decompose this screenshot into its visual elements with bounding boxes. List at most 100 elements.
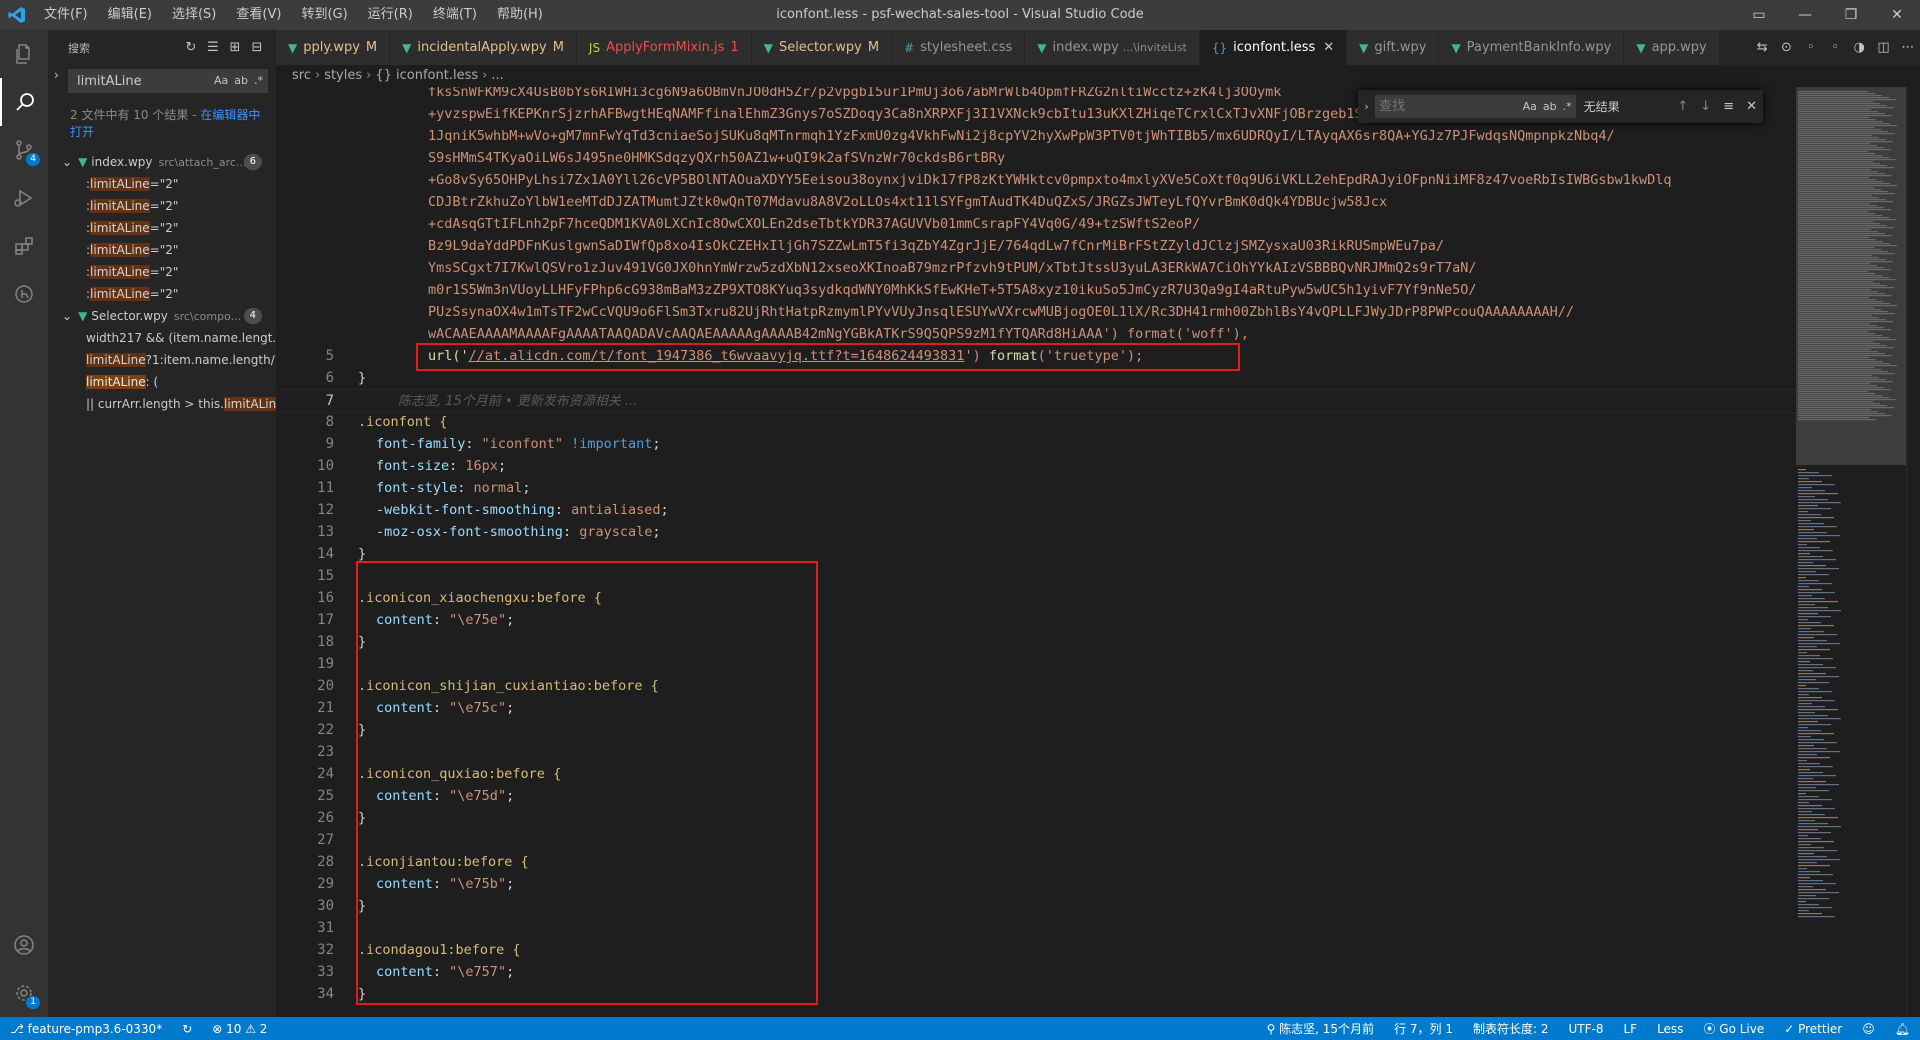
language-mode[interactable]: Less xyxy=(1647,1022,1693,1036)
tab-paymentbankinfo-wpy[interactable]: ▼ PaymentBankInfo.wpy xyxy=(1439,30,1625,65)
close-window-button[interactable]: ✕ xyxy=(1874,0,1920,30)
collapse-all-icon[interactable]: ⊟ xyxy=(246,40,268,55)
match-case-icon[interactable]: Aa xyxy=(214,74,228,87)
search-match-item[interactable]: limitALine: ( xyxy=(48,371,276,393)
indentation-status[interactable]: 制表符长度: 2 xyxy=(1463,1020,1559,1037)
minimize-button[interactable]: — xyxy=(1782,0,1828,30)
line-number: 6 xyxy=(325,370,334,386)
encoding-status[interactable]: UTF-8 xyxy=(1558,1022,1613,1036)
find-regex-icon[interactable]: .* xyxy=(1563,100,1572,113)
tab-selector-wpy[interactable]: ▼ Selector.wpy M xyxy=(751,30,893,65)
url-suffix: ') xyxy=(964,348,989,364)
restore-button[interactable]: ❐ xyxy=(1828,0,1874,30)
new-search-editor-icon[interactable]: ⊞ xyxy=(224,40,246,55)
timeline-icon[interactable]: ⊙ xyxy=(1774,40,1798,55)
toggle-replace-chevron-icon[interactable]: › xyxy=(54,68,59,82)
code-line: 34} xyxy=(276,983,1796,1005)
close-find-icon[interactable]: ✕ xyxy=(1740,99,1763,114)
breadcrumb-item[interactable]: styles xyxy=(324,68,362,83)
eol-status[interactable]: LF xyxy=(1613,1022,1647,1036)
account-icon[interactable] xyxy=(0,921,48,969)
clear-results-icon[interactable]: ☰ xyxy=(202,40,224,55)
tab-stylesheet-css[interactable]: # stylesheet.css xyxy=(892,30,1026,65)
remote-explorer-icon[interactable] xyxy=(0,270,48,318)
prettier-status[interactable]: ✓ Prettier xyxy=(1774,1022,1852,1036)
code-text: wACAAEAAAAMAAAAFgAAAATAAQADAVcAAQAEAAAAA… xyxy=(428,326,1249,342)
search-result-file[interactable]: ⌄ ▼ index.wpy src\attach_arc... 6 xyxy=(48,151,276,173)
git-blame-status[interactable]: ⚲ 陈志坚, 15个月前 xyxy=(1257,1020,1385,1037)
explorer-icon[interactable] xyxy=(0,30,48,78)
tab-gift-wpy[interactable]: ▼ gift.wpy xyxy=(1347,30,1440,65)
search-input-box[interactable]: Aaab .* xyxy=(68,69,268,93)
search-result-file[interactable]: ⌄ ▼ Selector.wpy src\compo... 4 xyxy=(48,305,276,327)
extensions-icon[interactable] xyxy=(0,222,48,270)
tab-index-wpy[interactable]: ▼ index.wpy ...\inviteList xyxy=(1025,30,1200,65)
minimap[interactable] xyxy=(1796,87,1906,1017)
menu-item[interactable]: 终端(T) xyxy=(423,0,487,30)
url-function: url(' xyxy=(428,348,469,364)
match-highlight: limitALine xyxy=(90,265,150,279)
menu-item[interactable]: 转到(G) xyxy=(291,0,357,30)
expand-chevron-icon[interactable]: ⌄ xyxy=(62,309,72,323)
search-icon[interactable] xyxy=(0,78,48,126)
tab-applyformmixin-js[interactable]: JS ApplyFormMixin.js 1 xyxy=(576,30,752,65)
editor-scrollbar[interactable] xyxy=(1906,87,1920,1017)
run-debug-icon[interactable] xyxy=(0,174,48,222)
find-in-selection-icon[interactable]: ≡ xyxy=(1717,99,1740,114)
search-match-item[interactable]: || currArr.length > this.limitALin... xyxy=(48,393,276,415)
close-tab-icon[interactable]: ✕ xyxy=(1323,40,1334,55)
search-match-item[interactable]: :limitALine="2" xyxy=(48,283,276,305)
menu-item[interactable]: 选择(S) xyxy=(162,0,226,30)
prev-change-icon[interactable]: ◦ xyxy=(1799,40,1823,55)
menu-item[interactable]: 查看(V) xyxy=(226,0,291,30)
notifications-bell-icon[interactable]: 🔔︎ xyxy=(1885,1022,1920,1036)
menu-item[interactable]: 运行(R) xyxy=(358,0,423,30)
expand-chevron-icon[interactable]: ⌄ xyxy=(62,155,72,169)
tab-app-wpy[interactable]: ▼ app.wpy xyxy=(1624,30,1720,65)
regex-icon[interactable]: .* xyxy=(254,74,263,87)
breadcrumb-item[interactable]: src xyxy=(292,68,311,83)
manage-gear-icon[interactable]: 1 xyxy=(0,969,48,1017)
next-change-icon[interactable]: ◦ xyxy=(1823,40,1847,55)
search-match-item[interactable]: :limitALine="2" xyxy=(48,217,276,239)
layout-icon[interactable]: ▭ xyxy=(1736,0,1782,30)
tab-iconfont-less[interactable]: {} iconfont.less ✕ xyxy=(1199,30,1348,65)
find-input-box[interactable]: Aaab .* xyxy=(1375,95,1576,118)
find-whole-word-icon[interactable]: ab xyxy=(1543,100,1557,113)
find-match-case-icon[interactable]: Aa xyxy=(1523,100,1537,113)
feedback-icon[interactable]: ☺ xyxy=(1852,1022,1885,1036)
branch-status[interactable]: ⎇ feature-pmp3.6-0330* xyxy=(0,1022,172,1036)
sync-icon[interactable]: ↻ xyxy=(172,1022,202,1036)
compare-icon[interactable]: ⇆ xyxy=(1750,40,1774,55)
line-number: 7 xyxy=(325,393,334,409)
split-editor-icon[interactable]: ◫ xyxy=(1871,40,1895,55)
cursor-position[interactable]: 行 7，列 1 xyxy=(1384,1020,1463,1037)
go-live-button[interactable]: ⦿ Go Live xyxy=(1693,1020,1774,1037)
match-whole-word-icon[interactable]: ab xyxy=(234,74,248,87)
search-input[interactable] xyxy=(75,72,199,90)
breadcrumb-item[interactable]: {} iconfont.less xyxy=(375,68,478,83)
search-match-item[interactable]: :limitALine="2" xyxy=(48,195,276,217)
more-actions-icon[interactable]: ⋯ xyxy=(1896,40,1920,55)
code-editor[interactable]: fksSnWFKM9cX4UsB0bYs6RIWHi3cg6N9a6OBmVnJ… xyxy=(276,87,1796,1017)
tab-incidentalapply-wpy[interactable]: ▼ incidentalApply.wpy M xyxy=(390,30,577,65)
toggle-replace-icon[interactable]: › xyxy=(1358,100,1375,113)
search-match-item[interactable]: :limitALine="2" xyxy=(48,261,276,283)
tab-pply-wpy[interactable]: ▼ pply.wpy M xyxy=(276,30,391,65)
search-match-item[interactable]: width217 && (item.name.lengt... xyxy=(48,327,276,349)
breadcrumb-item[interactable]: ... xyxy=(491,68,503,83)
menu-item[interactable]: 帮助(H) xyxy=(487,0,553,30)
source-control-icon[interactable]: 4 xyxy=(0,126,48,174)
search-match-item[interactable]: :limitALine="2" xyxy=(48,173,276,195)
menu-item[interactable]: 编辑(E) xyxy=(98,0,162,30)
next-match-icon[interactable]: ↓ xyxy=(1694,99,1717,114)
match-highlight: limitALine xyxy=(90,287,150,301)
previous-match-icon[interactable]: ↑ xyxy=(1671,99,1694,114)
find-input[interactable] xyxy=(1375,98,1522,115)
search-match-item[interactable]: :limitALine="2" xyxy=(48,239,276,261)
refresh-icon[interactable]: ↻ xyxy=(180,40,202,55)
search-match-item[interactable]: limitALine?1:item.name.length/... xyxy=(48,349,276,371)
problems-status[interactable]: ⊗ 10 ⚠ 2 xyxy=(202,1022,277,1036)
menu-item[interactable]: 文件(F) xyxy=(34,0,98,30)
open-changes-icon[interactable]: ◑ xyxy=(1847,40,1871,55)
